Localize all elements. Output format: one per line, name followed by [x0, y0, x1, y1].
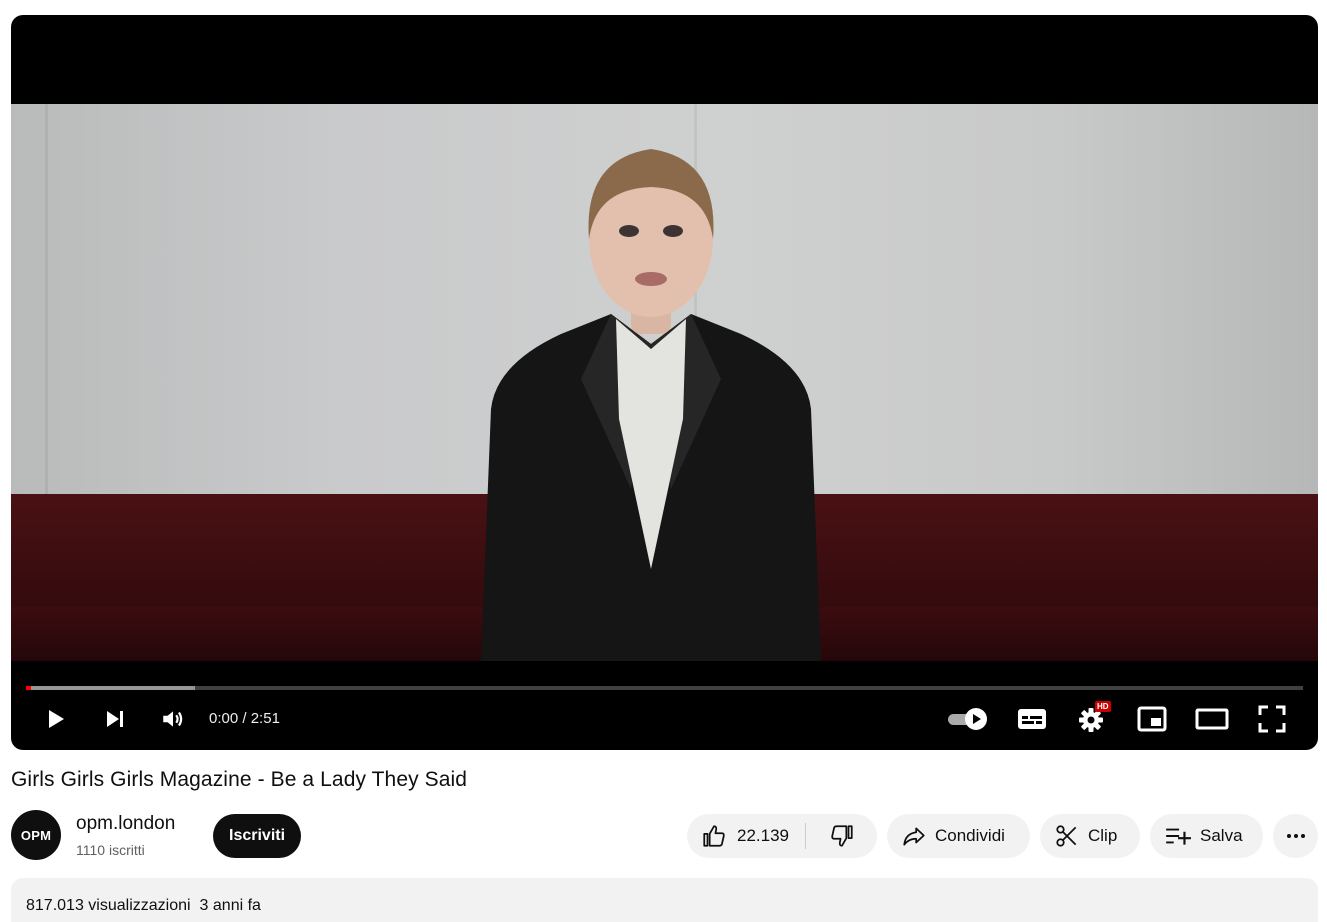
scissors-icon	[1056, 825, 1077, 847]
thumbs-up-icon	[703, 825, 725, 847]
upload-date: 3 anni fa	[199, 897, 261, 914]
time-current: 0:00	[209, 710, 239, 727]
like-button[interactable]: 22.139	[687, 814, 805, 858]
settings-button[interactable]: HD	[1068, 695, 1116, 743]
fullscreen-icon	[1258, 705, 1286, 733]
next-icon	[107, 711, 123, 727]
video-frame[interactable]	[11, 104, 1318, 661]
wall-seam	[45, 104, 48, 496]
thumbs-down-icon	[830, 825, 853, 847]
dislike-button[interactable]	[806, 814, 877, 858]
time-duration: 2:51	[250, 710, 280, 727]
time-display: 0:00 / 2:51	[209, 695, 280, 743]
hd-badge: HD	[1095, 701, 1111, 712]
autoplay-toggle[interactable]	[943, 695, 993, 743]
subtitles-button[interactable]	[1008, 695, 1056, 743]
volume-button[interactable]	[149, 695, 197, 743]
description-box[interactable]: 817.013 visualizzazioni 3 anni fa	[11, 878, 1318, 922]
more-horizontal-icon	[1286, 834, 1305, 838]
more-actions-button[interactable]	[1273, 814, 1318, 858]
next-button[interactable]	[91, 695, 139, 743]
play-icon	[49, 710, 64, 728]
volume-icon	[163, 711, 183, 727]
fullscreen-button[interactable]	[1248, 695, 1296, 743]
video-owner-row: OPM opm.london 1110 iscritti Iscriviti 2…	[11, 810, 1318, 862]
channel-avatar[interactable]: OPM	[11, 810, 61, 860]
channel-name[interactable]: opm.london	[76, 813, 175, 835]
theater-mode-button[interactable]	[1188, 695, 1236, 743]
autoplay-toggle-icon	[948, 708, 987, 730]
miniplayer-button[interactable]	[1128, 695, 1176, 743]
miniplayer-icon	[1137, 706, 1167, 732]
clip-button[interactable]: Clip	[1040, 814, 1140, 858]
share-arrow-icon	[903, 827, 925, 846]
clip-label: Clip	[1088, 826, 1118, 845]
video-subject-figure	[481, 149, 821, 661]
progress-bar[interactable]	[26, 686, 1303, 690]
like-dislike-group: 22.139	[687, 814, 877, 858]
view-count: 817.013 visualizzazioni	[26, 897, 191, 914]
save-label: Salva	[1200, 826, 1243, 845]
share-button[interactable]: Condividi	[887, 814, 1030, 858]
playlist-add-icon	[1166, 828, 1191, 845]
subtitles-icon	[1018, 709, 1046, 729]
description-meta: 817.013 visualizzazioni 3 anni fa	[26, 897, 261, 915]
time-separator: /	[238, 710, 251, 727]
player-controls: 0:00 / 2:51 HD	[11, 695, 1318, 743]
subscribe-button[interactable]: Iscriviti	[213, 814, 302, 858]
video-player[interactable]: 0:00 / 2:51 HD	[11, 15, 1318, 750]
theater-mode-icon	[1195, 708, 1229, 730]
save-button[interactable]: Salva	[1150, 814, 1263, 858]
share-label: Condividi	[935, 826, 1005, 845]
progress-buffered	[26, 686, 195, 690]
subscriber-count: 1110 iscritti	[76, 842, 145, 858]
video-title: Girls Girls Girls Magazine - Be a Lady T…	[11, 768, 468, 791]
like-count: 22.139	[737, 826, 789, 845]
progress-played	[26, 686, 31, 690]
play-button[interactable]	[31, 695, 79, 743]
